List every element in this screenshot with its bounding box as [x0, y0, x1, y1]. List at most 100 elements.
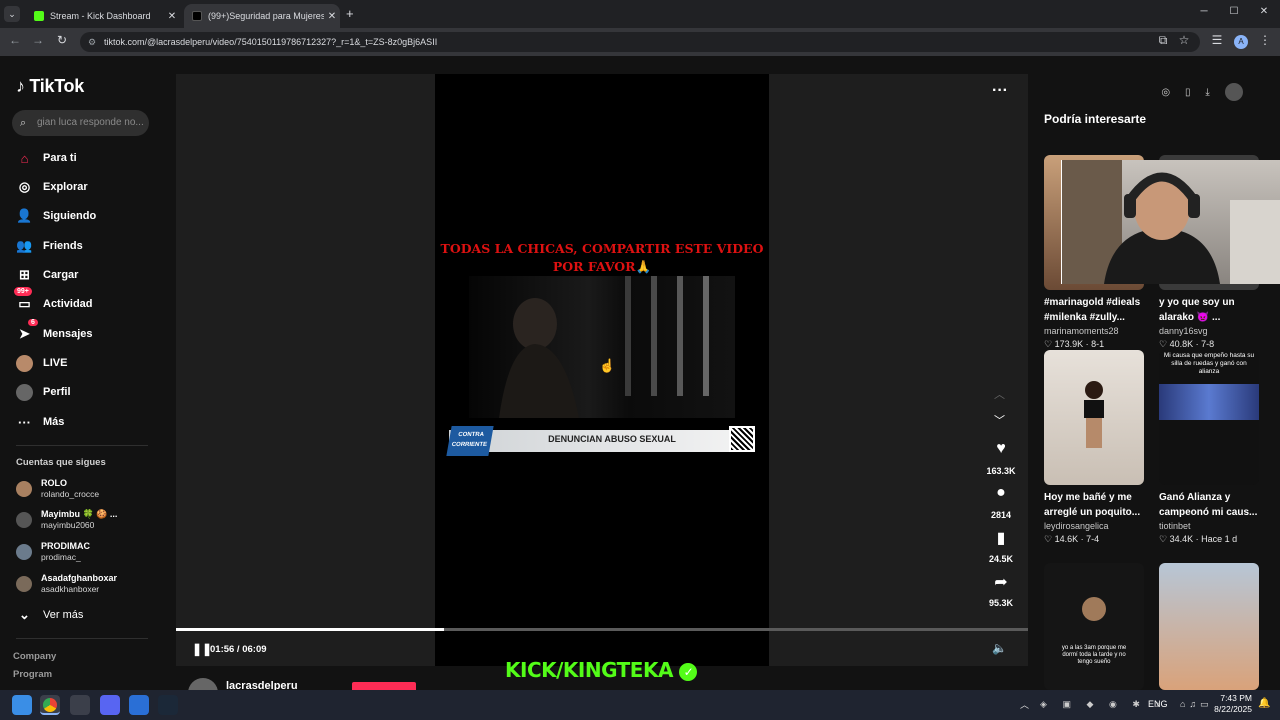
- tray-app-icon[interactable]: ▣: [1062, 699, 1071, 711]
- tiktok-logo[interactable]: ♪ TikTok: [16, 76, 84, 97]
- bookmark-icon[interactable]: ▮: [991, 528, 1011, 548]
- following-handle: prodimac_: [41, 552, 81, 562]
- reload-icon[interactable]: ↻: [53, 33, 71, 47]
- bookmark-star-icon[interactable]: ☆: [1175, 33, 1193, 47]
- more-options-icon[interactable]: ···: [992, 82, 1008, 100]
- following-item[interactable]: Mayimbu 🍀 🍪 ... mayimbu2060: [16, 506, 166, 534]
- profile-avatar[interactable]: A: [1234, 35, 1248, 49]
- reading-list-icon[interactable]: ☰: [1208, 33, 1226, 47]
- forward-arrow-icon[interactable]: →: [29, 33, 47, 47]
- nav-para-ti[interactable]: ⌂ Para ti: [16, 147, 166, 169]
- steam-taskbar-icon[interactable]: [158, 695, 178, 715]
- caption-line: TODAS LA CHICAS, COMPARTIR ESTE VIDEO: [440, 241, 764, 256]
- discord-taskbar-icon[interactable]: [100, 695, 120, 715]
- clock[interactable]: 7:43 PM 8/22/2025: [1210, 693, 1252, 715]
- back-arrow-icon[interactable]: ←: [6, 33, 24, 47]
- nav-cargar[interactable]: ⊞ Cargar: [16, 264, 166, 286]
- url-bar[interactable]: ⚙ tiktok.com/@lacrasdelperu/video/754015…: [80, 32, 1200, 52]
- following-item[interactable]: ROLO rolando_crocce: [16, 475, 166, 503]
- tray-app-icon[interactable]: ◆: [1087, 699, 1094, 711]
- tab-close-icon[interactable]: ✕: [324, 11, 340, 22]
- silhouette-graphic: [499, 276, 709, 418]
- tab-search-button[interactable]: ⌄: [4, 6, 20, 22]
- banner-headline: DENUNCIAN ABUSO SEXUAL: [548, 434, 676, 444]
- following-name: PRODIMAC: [41, 541, 90, 551]
- nav-friends[interactable]: 👥 Friends: [16, 235, 166, 257]
- rec-thumbnail: [1044, 350, 1144, 485]
- nav-explorar[interactable]: ◎ Explorar: [16, 176, 166, 198]
- video-player[interactable]: TODAS LA CHICAS, COMPARTIR ESTE VIDEO PO…: [176, 74, 1028, 708]
- menu-dots-icon[interactable]: ⋮: [1256, 33, 1274, 47]
- tab-label: (99+)Seguridad para Mujeres ...: [208, 11, 324, 21]
- language-indicator[interactable]: ENG: [1148, 699, 1168, 709]
- mouse-cursor-icon: ☝: [599, 358, 616, 373]
- heart-icon[interactable]: ♥: [991, 440, 1011, 460]
- chrome-taskbar-icon[interactable]: [40, 695, 60, 715]
- windows-start-icon[interactable]: [12, 695, 32, 715]
- compass-icon[interactable]: ◎: [1161, 87, 1170, 98]
- chevron-up-icon[interactable]: ︿: [994, 386, 1005, 402]
- live-icon: [16, 354, 33, 372]
- system-tray-icons: ◈ ▣ ◆ ◉ ✱ ♪: [1040, 699, 1160, 711]
- following-item[interactable]: Asadafghanboxar asadkhanboxer: [16, 570, 166, 598]
- comment-icon[interactable]: ●: [991, 484, 1011, 504]
- likes-count: 163.3K: [986, 466, 1016, 476]
- tray-app-icon[interactable]: ◈: [1040, 699, 1047, 711]
- compass-icon: ◎: [18, 179, 31, 194]
- nav-mas[interactable]: ··· Más: [16, 411, 166, 433]
- new-tab-button[interactable]: +: [346, 6, 354, 21]
- notepad-taskbar-icon[interactable]: [129, 695, 149, 715]
- tab-close-icon[interactable]: ✕: [164, 11, 180, 22]
- streamer-graphic: [1062, 160, 1280, 284]
- activity-icon: ▭: [18, 296, 31, 311]
- search-input[interactable]: ⌕ gian luca responde no...: [12, 110, 149, 136]
- see-more-button[interactable]: ⌄ Ver más: [16, 604, 166, 626]
- tab-tiktok-video[interactable]: (99+)Seguridad para Mujeres ... ✕: [184, 4, 340, 28]
- share-icon[interactable]: ➦: [991, 572, 1011, 592]
- following-handle: asadkhanboxer: [41, 584, 100, 594]
- rec-thumbnail: yo a las 3am porque me dormí toda la tar…: [1044, 563, 1144, 690]
- recs-title: Podría interesarte: [1044, 112, 1147, 126]
- chevron-down-icon[interactable]: ﹀: [994, 412, 1005, 428]
- nav-actividad[interactable]: ▭ Actividad 99+: [14, 287, 166, 315]
- rec-card[interactable]: [1159, 563, 1259, 690]
- video-frame[interactable]: TODAS LA CHICAS, COMPARTIR ESTE VIDEO PO…: [435, 74, 769, 666]
- tray-chevron-icon[interactable]: ︿: [1020, 698, 1029, 711]
- home-icon: ⌂: [20, 150, 29, 166]
- rec-card[interactable]: yo a las 3am porque me dormí toda la tar…: [1044, 563, 1144, 690]
- maximize-button[interactable]: ☐: [1224, 6, 1244, 17]
- bluetooth-icon[interactable]: ✱: [1132, 699, 1140, 711]
- network-volume-battery-icons[interactable]: ⌂♫▭: [1180, 699, 1213, 710]
- steam-tray-icon[interactable]: ◉: [1109, 699, 1117, 711]
- more-icon: ···: [18, 414, 31, 430]
- footer-link-company[interactable]: Company: [13, 651, 56, 662]
- following-name: ROLO: [41, 478, 67, 488]
- minimize-button[interactable]: ─: [1194, 6, 1214, 17]
- progress-bar[interactable]: [176, 628, 1028, 631]
- obs-taskbar-icon[interactable]: [70, 695, 90, 715]
- phone-icon[interactable]: ▯: [1185, 87, 1191, 98]
- rec-card[interactable]: Mi causa que empeño hasta su silla de ru…: [1159, 350, 1259, 545]
- video-time: 01:56 / 06:09: [210, 644, 267, 655]
- nav-label: Para ti: [43, 152, 77, 164]
- footer-link-program[interactable]: Program: [13, 669, 52, 680]
- install-app-icon[interactable]: ⧉: [1154, 33, 1172, 48]
- nav-live[interactable]: LIVE: [16, 352, 166, 374]
- rec-card[interactable]: Hoy me bañé y me arreglé un poquito... l…: [1044, 350, 1144, 545]
- tab-kick-dashboard[interactable]: Stream - Kick Dashboard ✕: [26, 4, 180, 28]
- caption-line: POR FAVOR🙏: [552, 259, 652, 274]
- site-info-icon[interactable]: ⚙: [88, 32, 96, 52]
- notifications-icon[interactable]: 🔔: [1258, 698, 1270, 709]
- nav-siguiendo[interactable]: 👤 Siguiendo: [16, 205, 166, 227]
- nav-perfil[interactable]: Perfil: [16, 381, 166, 403]
- close-window-button[interactable]: ✕: [1254, 6, 1274, 17]
- nav-mensajes[interactable]: ➤ Mensajes 6: [16, 319, 166, 345]
- comments-count: 2814: [990, 510, 1012, 520]
- user-avatar[interactable]: [1224, 83, 1243, 101]
- volume-icon[interactable]: 🔈: [992, 641, 1007, 655]
- download-icon[interactable]: ⤓: [1205, 87, 1209, 98]
- following-item[interactable]: PRODIMAC prodimac_: [16, 538, 166, 566]
- rec-stats: ♡ 40.8K · 7-8: [1159, 339, 1215, 349]
- rec-author: marinamoments28: [1044, 326, 1119, 336]
- nav-label: Explorar: [43, 181, 88, 193]
